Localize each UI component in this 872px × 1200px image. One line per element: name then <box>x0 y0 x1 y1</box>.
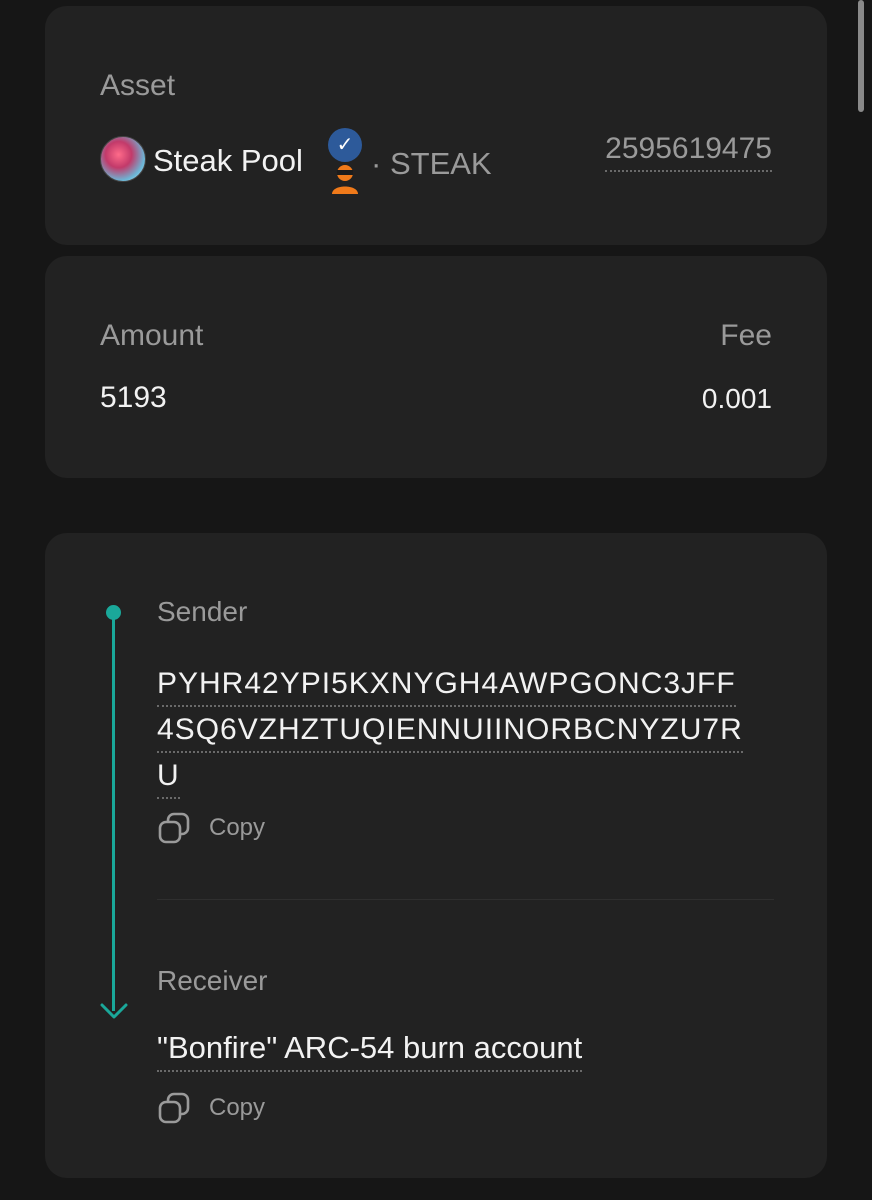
unit-name: STEAK <box>389 146 492 181</box>
verified-badge-icon: ✓ <box>328 128 362 162</box>
amount-label: Amount <box>100 319 204 352</box>
receiver-copy-label: Copy <box>209 1094 266 1121</box>
sender-address-line: 4SQ6VZHZTUQIENNUIINORBCNYZU7R <box>157 709 743 753</box>
ninja-icon <box>332 165 358 194</box>
sender-address-line: PYHR42YPI5KXNYGH4AWPGONC3JFF <box>157 663 736 707</box>
divider <box>157 899 774 900</box>
flow-line <box>112 611 115 1011</box>
asset-name[interactable]: Steak Pool <box>153 143 303 179</box>
arrow-down-icon <box>100 1003 128 1019</box>
asset-label: Asset <box>100 69 176 102</box>
sender-address[interactable]: PYHR42YPI5KXNYGH4AWPGONC3JFF 4SQ6VZHZTUQ… <box>157 661 777 799</box>
parties-card: Sender PYHR42YPI5KXNYGH4AWPGONC3JFF 4SQ6… <box>45 533 827 1178</box>
fee-value: 0.001 <box>701 383 772 414</box>
asset-id[interactable]: 2595619475 <box>605 132 772 172</box>
sender-copy-label: Copy <box>209 814 266 841</box>
asset-logo <box>100 136 146 182</box>
sender-copy-button[interactable]: Copy <box>157 810 265 846</box>
fee-label: Fee <box>720 319 772 352</box>
asset-card: Asset Steak Pool ✓ · STEAK 2595619475 <box>45 6 827 245</box>
sender-address-line: U <box>157 755 180 799</box>
amount-card: Amount Fee 5193 0.001 <box>45 256 827 478</box>
amount-value: 5193 <box>100 381 167 414</box>
scrollbar[interactable] <box>858 0 864 112</box>
unit-separator: · <box>371 146 382 181</box>
asset-unit: · STEAK <box>371 146 492 182</box>
receiver-name[interactable]: "Bonfire" ARC-54 burn account <box>157 1030 583 1072</box>
receiver-copy-button[interactable]: Copy <box>157 1090 265 1126</box>
sender-label: Sender <box>157 596 248 627</box>
flow-start-dot <box>106 605 121 620</box>
copy-icon <box>158 812 190 844</box>
receiver-label: Receiver <box>157 965 268 996</box>
copy-icon <box>158 1092 190 1124</box>
